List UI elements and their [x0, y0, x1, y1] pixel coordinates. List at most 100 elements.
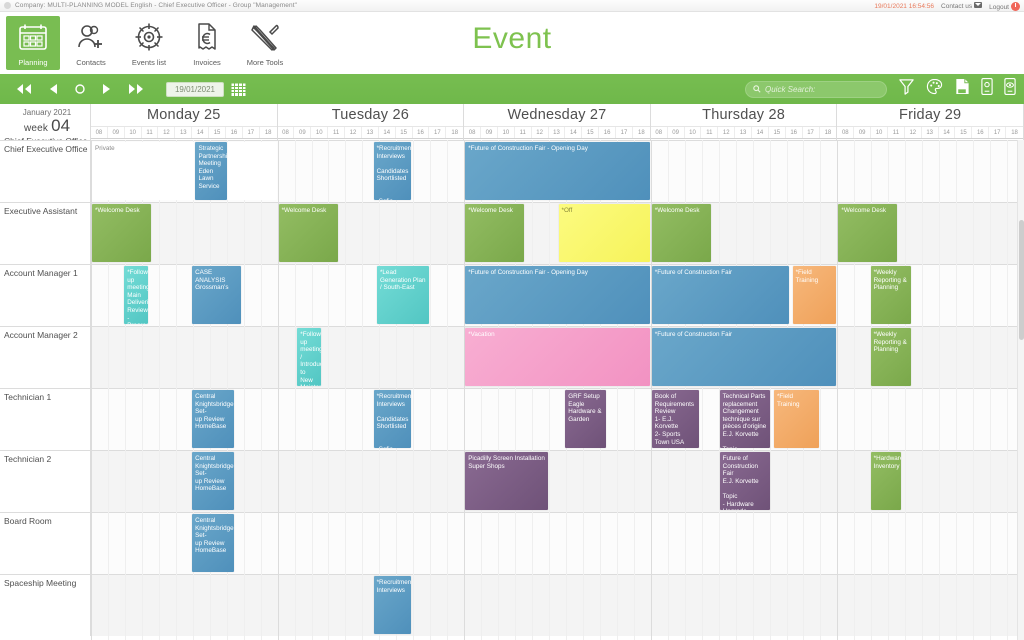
today-button[interactable] — [74, 83, 86, 95]
hour-tick: 15 — [582, 127, 600, 138]
logout-button[interactable]: Logout — [989, 1, 1020, 11]
day-name-3[interactable]: Thursday 28 — [651, 104, 837, 126]
contacts-icon — [75, 21, 107, 53]
calendar-event[interactable]: *Recruitment Interviews Candidates Short… — [373, 390, 411, 448]
calendar-event[interactable]: *Off — [558, 204, 650, 262]
hour-tick: 09 — [294, 127, 312, 138]
invoice-euro-icon — [195, 21, 219, 53]
hour-tick: 18 — [1011, 129, 1018, 136]
ribbon-item-invoices[interactable]: Invoices — [180, 16, 234, 70]
date-navigation — [16, 83, 144, 95]
day-name-2[interactable]: Wednesday 27 — [464, 104, 650, 126]
mobile-button[interactable] — [981, 78, 993, 100]
calendar-event[interactable]: *Recruitment Interviews — [373, 576, 411, 634]
calendar-event[interactable]: Technical Parts replacement Changement t… — [719, 390, 771, 448]
ribbon-item-contacts[interactable]: Contacts — [64, 16, 118, 70]
ribbon-label-contacts: Contacts — [76, 58, 106, 67]
hour-ticks: 08 09 10 11 12 13 14 15 16 17 18 — [650, 126, 837, 139]
calendar-event[interactable]: *Hardware Inventory — [870, 452, 901, 510]
calendar-event[interactable]: *Follow-up meeting Main Deliveries Revie… — [124, 266, 148, 324]
contact-us-link[interactable]: Contact us — [941, 2, 983, 10]
calendar-event[interactable]: CASE ANALYSIS Grossman's — [192, 266, 241, 324]
calendar-event[interactable]: *Welcome Desk — [92, 204, 152, 262]
window-titlebar: Company: MULTI-PLANNING MODEL English - … — [0, 0, 1024, 12]
hour-tick: 13 — [175, 127, 193, 138]
preview-button[interactable] — [1004, 78, 1016, 100]
week-number: 04 — [51, 116, 71, 135]
hour-tick: 15 — [955, 127, 973, 138]
week-word: week — [23, 123, 49, 134]
day-name-4[interactable]: Friday 29 — [837, 104, 1023, 126]
ribbon-item-events-list[interactable]: Events list — [122, 16, 176, 70]
hour-tick: 10 — [685, 127, 702, 138]
search-input[interactable] — [765, 84, 879, 94]
calendar-event[interactable]: *Welcome Desk — [278, 204, 338, 262]
calendar-event[interactable]: *Welcome Desk — [838, 204, 898, 262]
calendar-event[interactable]: *Field Training — [773, 390, 820, 448]
calendar-event[interactable]: *Future of Construction Fair - Opening D… — [465, 142, 650, 200]
hour-tick: 09 — [668, 127, 685, 138]
hour-tick: 10 — [498, 127, 515, 138]
calendar-event[interactable]: Picadilly Screen Installation Super Shop… — [465, 452, 548, 510]
user-icon — [4, 2, 11, 9]
search-input-wrapper[interactable] — [745, 80, 887, 98]
hour-tick: 14 — [379, 127, 396, 138]
calendar-event[interactable]: *Future of Construction Fair — [651, 266, 789, 324]
day-name-0[interactable]: Monday 25 — [91, 104, 277, 126]
ribbon-item-more-tools[interactable]: More Tools — [238, 16, 292, 70]
hour-tick: 14 — [752, 127, 769, 138]
hour-tick: 17 — [803, 127, 820, 138]
vertical-scrollbar[interactable] — [1017, 140, 1024, 640]
calendar-event[interactable]: Book of Requirements Review 1- E.J. Korv… — [651, 390, 699, 448]
hour-tick: 13 — [549, 127, 566, 138]
palette-button[interactable] — [926, 78, 943, 100]
day-name-1[interactable]: Tuesday 26 — [278, 104, 464, 126]
calendar-grid-icon[interactable] — [231, 82, 246, 97]
hour-tick: 16 — [972, 127, 990, 138]
hour-tick: 13 — [922, 127, 939, 138]
calendar-event[interactable]: *Welcome Desk — [651, 204, 711, 262]
calendar-event[interactable]: Strategic Partnership Meeting Eden Lawn … — [195, 142, 228, 200]
calendar-event[interactable]: GRF Setup Eagle Hardware & Garden — [565, 390, 606, 448]
calendar-event[interactable]: Central Knightsbridge Set- up Review Hom… — [192, 452, 235, 510]
titlebar-actions: 19/01/2021 16:54:56 Contact us Logout — [874, 0, 1020, 12]
next-button[interactable] — [102, 83, 112, 95]
hour-tick: 11 — [142, 127, 159, 138]
power-icon — [1011, 1, 1020, 11]
skip-forward-button[interactable] — [128, 83, 144, 95]
calendar-event[interactable]: *Recruitment Interviews Candidates Short… — [373, 142, 411, 200]
calendar-event[interactable]: *Weekly Reporting & Planning — [870, 328, 912, 386]
hour-tick: 17 — [243, 127, 260, 138]
scrollbar-thumb[interactable] — [1019, 220, 1024, 340]
hour-tick: 08 — [837, 127, 855, 138]
hour-tick: 09 — [481, 127, 498, 138]
hour-tick: 18 — [264, 129, 272, 136]
hour-tick: 16 — [413, 127, 430, 138]
calendar-event[interactable]: *Weekly Reporting & Planning — [870, 266, 912, 324]
calendar-event[interactable]: *Welcome Desk — [465, 204, 525, 262]
previous-button[interactable] — [48, 83, 58, 95]
calendar-icon — [18, 21, 48, 53]
calendar-event[interactable]: Central Knightsbridge Set- up Review Hom… — [192, 390, 235, 448]
logout-label: Logout — [989, 3, 1009, 11]
calendar-event[interactable]: *Future of Construction Fair - Opening D… — [465, 266, 650, 324]
skip-back-button[interactable] — [16, 83, 32, 95]
calendar-event[interactable]: Central Knightsbridge Set- up Review Hom… — [192, 514, 235, 572]
calendar-event[interactable]: Private — [92, 142, 277, 200]
calendar-event[interactable]: *Field Training — [792, 266, 837, 324]
calendar-event[interactable]: *Follow-up meeting / Introduction to New… — [297, 328, 321, 386]
filter-button[interactable] — [898, 78, 915, 100]
ribbon-item-planning[interactable]: Planning — [6, 16, 60, 70]
week-label: week 04 — [4, 116, 90, 136]
calendar-event[interactable]: *Lead Generation Plan / South-East — [376, 266, 430, 324]
print-button[interactable] — [954, 78, 970, 100]
contact-us-label: Contact us — [941, 3, 973, 10]
date-input[interactable]: 19/01/2021 — [166, 81, 224, 97]
hour-tick: 16 — [226, 127, 243, 138]
calendar-event[interactable]: *Future of Construction Fair — [651, 328, 837, 386]
session-timestamp: 19/01/2021 16:54:56 — [874, 2, 935, 10]
hour-tick: 18 — [638, 129, 645, 136]
calendar-event[interactable]: Future of Construction Fair E.J. Korvett… — [719, 452, 771, 510]
calendar-event[interactable]: *Vacation — [465, 328, 650, 386]
hour-tick: 11 — [701, 127, 719, 138]
